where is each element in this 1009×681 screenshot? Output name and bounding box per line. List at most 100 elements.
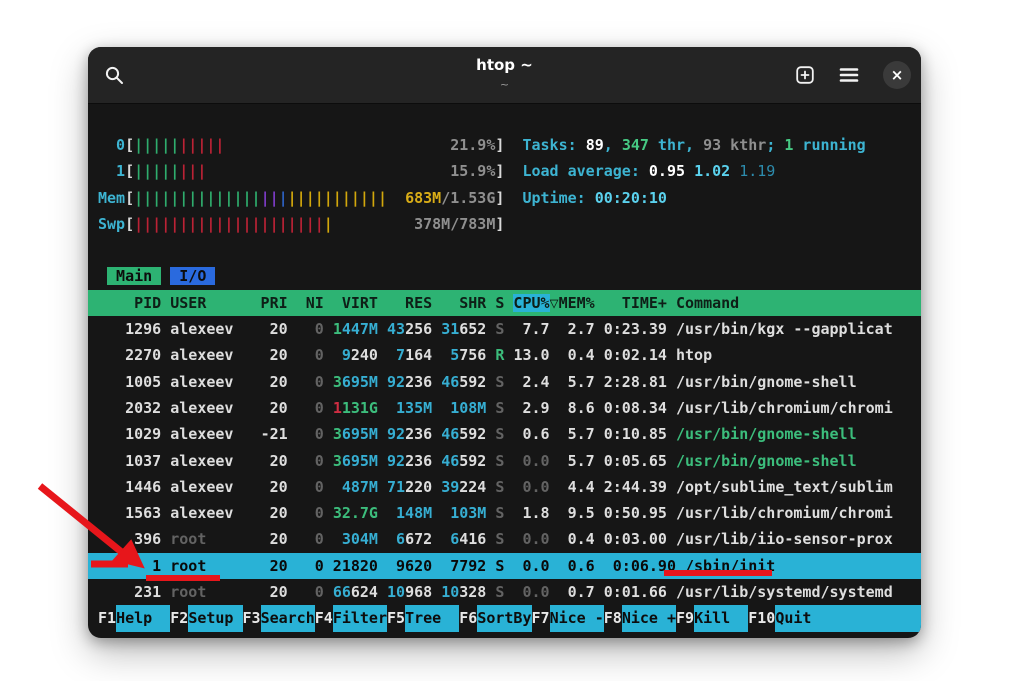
process-row[interactable]: 1029 alexeev -21 0 3695M 92236 46592 S 0…	[98, 421, 921, 447]
text-segment	[378, 425, 387, 443]
new-tab-icon[interactable]	[795, 65, 815, 85]
process-row[interactable]: 1563 alexeev 20 0 32.7G 148M 103M S 1.8 …	[98, 500, 921, 526]
pid: 1029	[98, 425, 170, 443]
text-segment	[550, 346, 559, 364]
command: /usr/bin/gnome-shell	[667, 452, 857, 470]
text-segment: 416	[459, 530, 486, 548]
process-row[interactable]: 1037 alexeev 20 0 3695M 92236 46592 S 0.…	[98, 448, 921, 474]
text-segment: 43	[387, 320, 405, 338]
text-segment: 0:10.85	[595, 425, 667, 443]
text-segment: 2.4	[513, 373, 549, 391]
swap-used-total: 378M/783M	[414, 215, 495, 233]
load-5min: 1.02	[694, 162, 739, 180]
process-row[interactable]: 1446 alexeev 20 0 487M 71220 39224 S 0.0…	[98, 474, 921, 500]
text-segment: 0	[297, 478, 333, 496]
text-segment	[432, 373, 441, 391]
nice-minus-button[interactable]: Nice -	[550, 605, 604, 631]
process-row-selected[interactable]: 1 root 20 0 21820 9620 7792 S 0.0 0.6 0:…	[88, 553, 921, 579]
text-segment: 447M	[342, 320, 378, 338]
text-segment: 5.7	[559, 425, 595, 443]
help-button[interactable]: Help	[116, 605, 170, 631]
fkey-f9-label: F9	[676, 605, 694, 631]
text-segment: 135M	[396, 399, 432, 417]
text-segment: 592	[459, 425, 486, 443]
text-segment: 0:50.95	[595, 504, 667, 522]
text-segment	[378, 373, 387, 391]
mem-used: 683M	[405, 189, 441, 207]
text-segment	[333, 215, 414, 233]
kill-button[interactable]: Kill	[694, 605, 748, 631]
user: alexeev	[170, 346, 260, 364]
process-row[interactable]: 2032 alexeev 20 0 1131G 135M 108M S 2.9 …	[98, 395, 921, 421]
text-segment	[224, 136, 450, 154]
titlebar[interactable]: htop ~ ~ ×	[88, 47, 921, 104]
text-segment: ;	[766, 136, 784, 154]
text-segment: 66	[333, 583, 351, 601]
text-segment	[432, 504, 441, 522]
process-row[interactable]: 396 root 20 0 304M 6672 6416 S 0.0 0.4 0…	[98, 526, 921, 552]
text-segment: 624	[351, 583, 378, 601]
mem-total: /1.53G	[441, 189, 495, 207]
cpu1-percent: 15.9%	[450, 162, 495, 180]
menu-icon[interactable]	[839, 66, 859, 84]
text-segment	[432, 399, 441, 417]
user: alexeev	[170, 478, 260, 496]
text-segment	[378, 399, 387, 417]
text-segment	[550, 452, 559, 470]
text-segment: 20	[261, 452, 297, 470]
text-segment	[550, 478, 559, 496]
text-segment: 0:01.66	[595, 583, 667, 601]
text-segment: 4.4	[559, 478, 595, 496]
column-headers-left[interactable]: PID USER PRI NI VIRT RES SHR S	[98, 294, 513, 312]
fkey-f1-label: F1	[98, 605, 116, 631]
text-segment: 0.0	[513, 478, 549, 496]
text-segment: 7.7	[513, 320, 549, 338]
nice-plus-button[interactable]: Nice +	[622, 605, 676, 631]
cpu1-bars-normal: |||||	[134, 162, 179, 180]
command: /usr/lib/iio-sensor-prox	[667, 530, 893, 548]
text-segment: 2:28.81	[595, 373, 667, 391]
screenshot-root: { "colors": { "page_bg": "#ffffff", "ter…	[0, 0, 1009, 681]
user: alexeev	[170, 425, 260, 443]
tree-button[interactable]: Tree	[405, 605, 459, 631]
text-segment	[550, 530, 559, 548]
command: htop	[667, 346, 712, 364]
text-segment: 7	[396, 346, 405, 364]
tab-io[interactable]: I/O	[170, 267, 215, 285]
close-icon[interactable]: ×	[883, 61, 911, 89]
mem-label: Mem	[98, 189, 125, 207]
setup-button[interactable]: Setup	[188, 605, 242, 631]
text-segment: 0.6	[513, 425, 549, 443]
text-segment: 1	[333, 399, 342, 417]
cpu1-bars-kernel: |||	[179, 162, 206, 180]
text-segment: 108M	[450, 399, 486, 417]
cpu1-label: 1	[98, 162, 125, 180]
text-segment	[378, 452, 387, 470]
process-row[interactable]: 1296 alexeev 20 0 1447M 43256 31652 S 7.…	[98, 316, 921, 342]
text-segment: 3	[333, 452, 342, 470]
process-row[interactable]: 231 root 20 0 66624 10968 10328 S 0.0 0.…	[98, 579, 921, 605]
command: /usr/bin/gnome-shell	[667, 373, 857, 391]
text-segment	[333, 530, 342, 548]
text-segment: [	[125, 215, 134, 233]
text-segment: ]	[495, 215, 504, 233]
process-row[interactable]: 2270 alexeev 20 0 9240 7164 5756 R 13.0 …	[98, 342, 921, 368]
terminal[interactable]: 0[|||||||||| 21.9%] Tasks: 89, 347 thr, …	[88, 104, 921, 632]
text-segment: 0	[297, 452, 333, 470]
tab-main[interactable]: Main	[107, 267, 161, 285]
filter-button[interactable]: Filter	[333, 605, 387, 631]
text-segment: 0.7	[559, 583, 595, 601]
text-segment	[432, 452, 441, 470]
process-row[interactable]: 1005 alexeev 20 0 3695M 92236 46592 S 2.…	[98, 369, 921, 395]
text-segment: 236	[405, 425, 432, 443]
quit-button[interactable]: Quit	[775, 605, 921, 631]
text-segment: -21	[261, 425, 297, 443]
sortby-button[interactable]: SortBy	[477, 605, 531, 631]
text-segment: 0	[297, 373, 333, 391]
search-button[interactable]: Search	[261, 605, 315, 631]
text-segment: 6	[396, 530, 405, 548]
fkey-f7-label: F7	[532, 605, 550, 631]
column-header-cpu-sort[interactable]: CPU%	[513, 294, 549, 312]
text-segment: Load average:	[522, 162, 648, 180]
column-headers-right[interactable]: MEM% TIME+ Command	[559, 294, 740, 312]
